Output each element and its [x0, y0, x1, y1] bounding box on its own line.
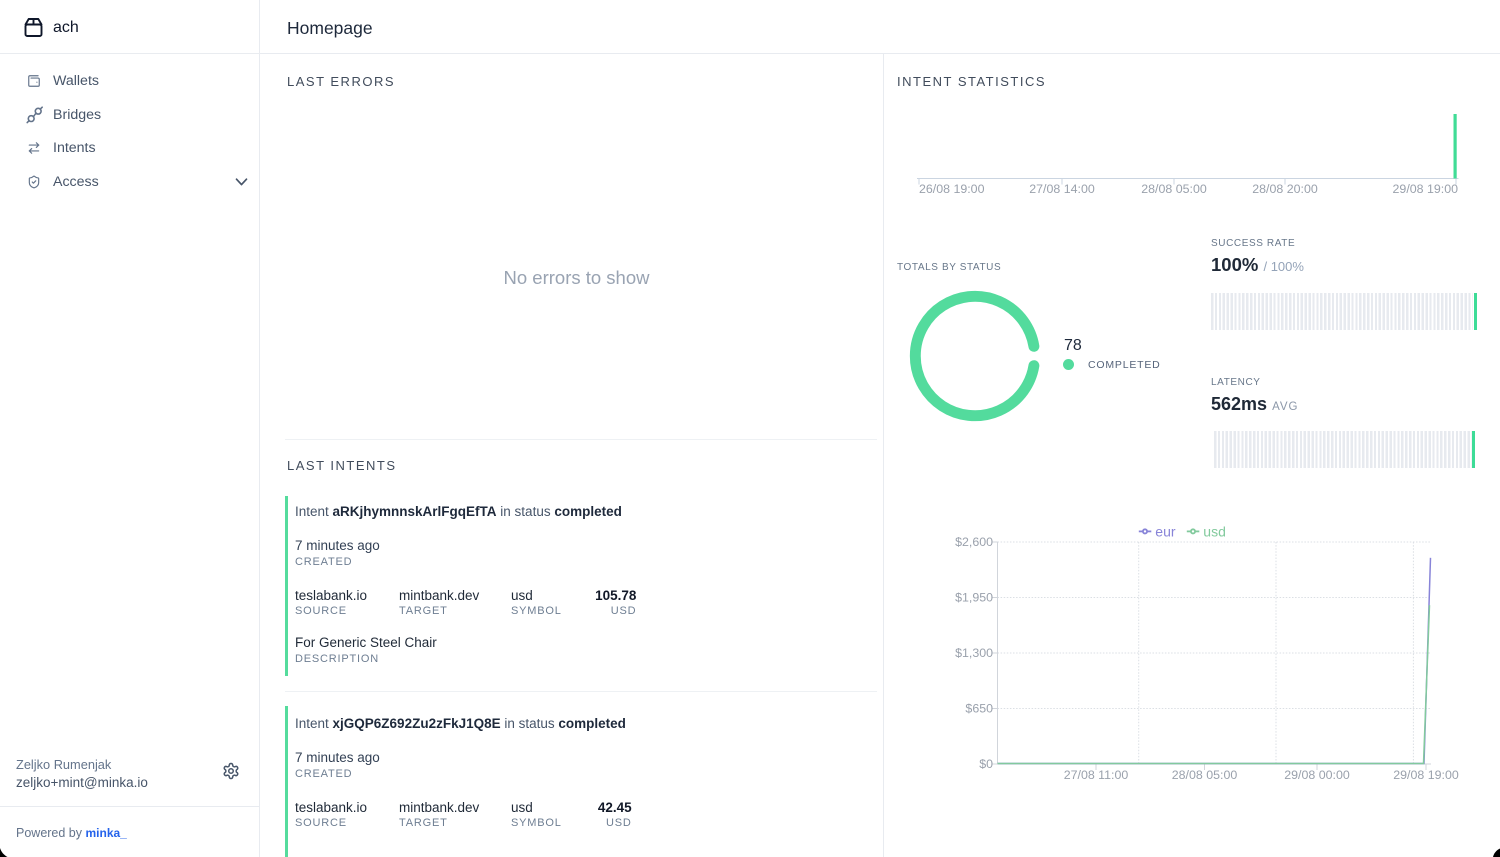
svg-text:27/08 11:00: 27/08 11:00 [1064, 768, 1129, 782]
svg-text:26/08 19:00: 26/08 19:00 [919, 182, 985, 196]
svg-text:27/08 14:00: 27/08 14:00 [1029, 182, 1095, 196]
svg-text:29/08 00:00: 29/08 00:00 [1284, 768, 1350, 782]
svg-text:28/08 05:00: 28/08 05:00 [1172, 768, 1238, 782]
svg-text:29/08 19:00: 29/08 19:00 [1393, 768, 1459, 782]
svg-text:$650: $650 [965, 702, 993, 716]
svg-text:29/08 19:00: 29/08 19:00 [1393, 182, 1459, 196]
svg-text:$1,950: $1,950 [955, 591, 993, 605]
svg-text:eur: eur [1155, 524, 1176, 540]
svg-text:28/08 05:00: 28/08 05:00 [1141, 182, 1207, 196]
svg-text:$2,600: $2,600 [955, 535, 993, 549]
svg-text:$0: $0 [979, 757, 993, 771]
svg-text:usd: usd [1203, 524, 1226, 540]
svg-text:$1,300: $1,300 [955, 646, 993, 660]
svg-text:28/08 20:00: 28/08 20:00 [1252, 182, 1318, 196]
